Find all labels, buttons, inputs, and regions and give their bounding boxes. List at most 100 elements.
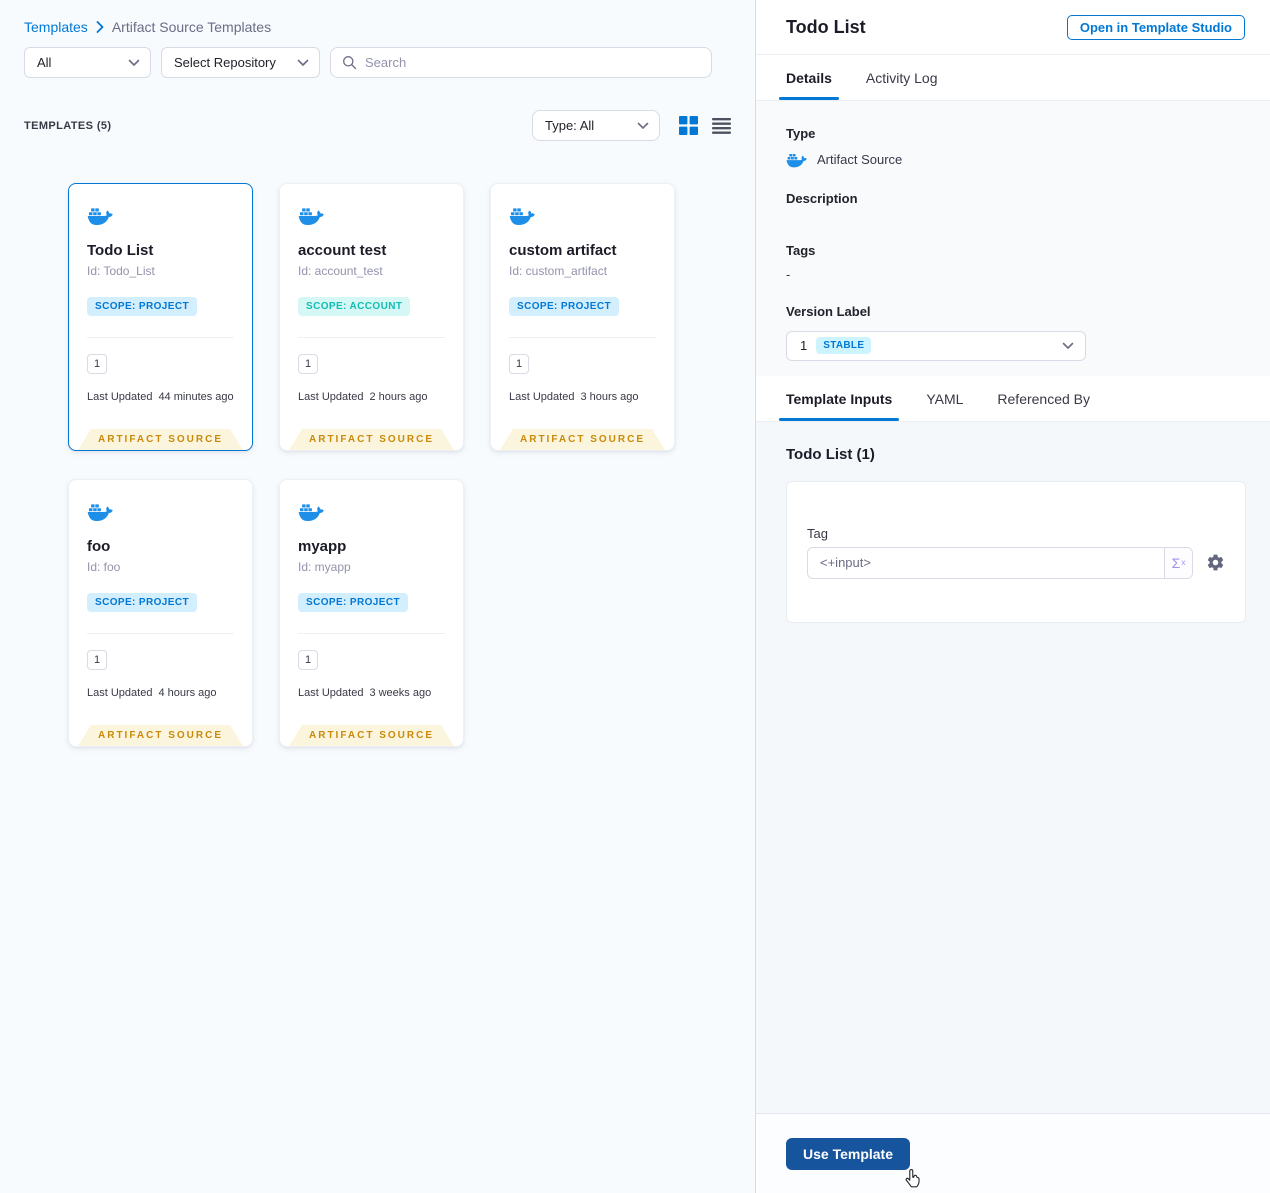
docker-whale-icon [87, 502, 113, 522]
gear-icon[interactable] [1206, 553, 1225, 572]
details-footer: Use Template [756, 1113, 1270, 1193]
divider [87, 336, 234, 338]
card-id: Id: account_test [298, 263, 383, 278]
template-type-ribbon: ARTIFACT SOURCE [500, 429, 665, 450]
tag-label: Tag [807, 525, 828, 541]
use-template-button[interactable]: Use Template [786, 1137, 910, 1170]
card-id: Id: myapp [298, 559, 351, 574]
last-updated-label: Last Updated [298, 390, 364, 403]
last-updated-label: Last Updated [87, 390, 153, 403]
details-header: Todo List Open in Template Studio [756, 0, 1270, 55]
last-updated-value: 2 hours ago [369, 390, 428, 403]
chevron-right-icon [96, 21, 104, 33]
breadcrumb-templates-link[interactable]: Templates [24, 19, 88, 35]
tab-referenced-by[interactable]: Referenced By [997, 376, 1090, 421]
details-section: Type Artifact Source Description Tags - … [756, 101, 1270, 376]
tags-value: - [786, 266, 791, 282]
tag-input-wrapper: Σx [807, 546, 1193, 579]
list-header: TEMPLATES (5) Type: All [24, 110, 731, 141]
list-view-icon[interactable] [712, 117, 731, 134]
breadcrumb-current: Artifact Source Templates [111, 19, 272, 35]
template-type-ribbon: ARTIFACT SOURCE [289, 725, 454, 746]
last-updated-value: 3 weeks ago [369, 686, 432, 699]
inputs-card: Tag Σx [786, 481, 1246, 623]
filter-row: All Select Repository [24, 47, 755, 78]
version-count-chip: 1 [87, 353, 107, 374]
last-updated-label: Last Updated [87, 686, 153, 699]
template-card-todo-list[interactable]: Todo List Id: Todo_List SCOPE: PROJECT 1… [68, 183, 253, 451]
card-title: myapp [298, 537, 347, 555]
sigma-sup: x [1181, 558, 1186, 567]
docker-whale-icon [87, 206, 113, 226]
search-box [330, 47, 712, 78]
template-card-myapp[interactable]: myapp Id: myapp SCOPE: PROJECT 1 Last Up… [279, 479, 464, 747]
template-inputs-section: Todo List (1) Tag Σx [756, 422, 1270, 1113]
tab-yaml[interactable]: YAML [926, 376, 963, 421]
last-updated: Last Updated 44 minutes ago [87, 391, 234, 403]
last-updated-value: 4 hours ago [158, 686, 217, 699]
template-card-custom-artifact[interactable]: custom artifact Id: custom_artifact SCOP… [490, 183, 675, 451]
card-id: Id: foo [87, 559, 121, 574]
type-filter-dropdown[interactable]: Type: All [532, 110, 660, 141]
docker-whale-icon [298, 502, 324, 522]
view-toggle [679, 116, 731, 135]
card-title: Todo List [87, 241, 154, 259]
card-id: Id: Todo_List [87, 263, 155, 278]
template-list-panel: Templates Artifact Source Templates All … [0, 0, 755, 1193]
scope-badge: SCOPE: PROJECT [87, 296, 197, 316]
open-in-template-studio-button[interactable]: Open in Template Studio [1066, 14, 1245, 40]
last-updated: Last Updated 2 hours ago [298, 391, 445, 403]
last-updated: Last Updated 3 weeks ago [298, 687, 445, 699]
last-updated: Last Updated 3 hours ago [509, 391, 656, 403]
template-type-ribbon: ARTIFACT SOURCE [289, 429, 454, 450]
tab-activity-log[interactable]: Activity Log [866, 55, 938, 100]
expression-icon[interactable]: Σx [1164, 547, 1192, 578]
scope-badge: SCOPE: PROJECT [509, 296, 619, 316]
template-details-panel: Todo List Open in Template Studio Detail… [755, 0, 1270, 1193]
card-title: account test [298, 241, 387, 259]
repository-filter-dropdown[interactable]: Select Repository [161, 47, 320, 78]
scope-badge: SCOPE: PROJECT [298, 592, 408, 612]
last-updated: Last Updated 4 hours ago [87, 687, 234, 699]
last-updated-label: Last Updated [509, 390, 575, 403]
version-label: Version Label [786, 303, 871, 319]
scope-badge: SCOPE: PROJECT [87, 592, 197, 612]
search-input[interactable] [365, 55, 700, 70]
search-icon [343, 56, 357, 70]
type-value: Artifact Source [817, 152, 903, 168]
docker-whale-icon [509, 206, 535, 226]
tab-details[interactable]: Details [779, 55, 839, 100]
templates-count-label: TEMPLATES (5) [24, 119, 112, 132]
last-updated-value: 3 hours ago [580, 390, 639, 403]
scope-filter-dropdown[interactable]: All [24, 47, 151, 78]
version-count-chip: 1 [298, 649, 318, 670]
inputs-tabbar: Template Inputs YAML Referenced By [756, 376, 1270, 422]
details-tabbar: Details Activity Log [756, 55, 1270, 101]
divider [298, 336, 445, 338]
divider [298, 632, 445, 634]
template-library-app: Templates Artifact Source Templates All … [0, 0, 1270, 1193]
card-id: Id: custom_artifact [509, 263, 608, 278]
description-label: Description [786, 190, 858, 206]
last-updated-label: Last Updated [298, 686, 364, 699]
breadcrumb: Templates Artifact Source Templates [24, 19, 755, 35]
divider [87, 632, 234, 634]
stable-badge: STABLE [816, 337, 872, 355]
chevron-down-icon [637, 122, 649, 130]
template-card-foo[interactable]: foo Id: foo SCOPE: PROJECT 1 Last Update… [68, 479, 253, 747]
inputs-section-title: Todo List (1) [786, 446, 875, 463]
version-count-chip: 1 [509, 353, 529, 374]
tag-input[interactable] [808, 547, 1164, 578]
tags-label: Tags [786, 242, 816, 258]
template-card-account-test[interactable]: account test Id: account_test SCOPE: ACC… [279, 183, 464, 451]
repository-filter-value: Select Repository [174, 55, 276, 70]
docker-whale-icon [298, 206, 324, 226]
panel-title: Todo List [786, 16, 866, 37]
card-title: custom artifact [509, 241, 617, 259]
scope-badge: SCOPE: ACCOUNT [298, 296, 411, 316]
type-label: Type [786, 126, 816, 141]
version-dropdown[interactable]: 1 STABLE [786, 330, 1086, 361]
grid-view-icon[interactable] [679, 116, 698, 135]
tab-template-inputs[interactable]: Template Inputs [778, 376, 900, 421]
type-filter-value: Type: All [545, 118, 595, 133]
